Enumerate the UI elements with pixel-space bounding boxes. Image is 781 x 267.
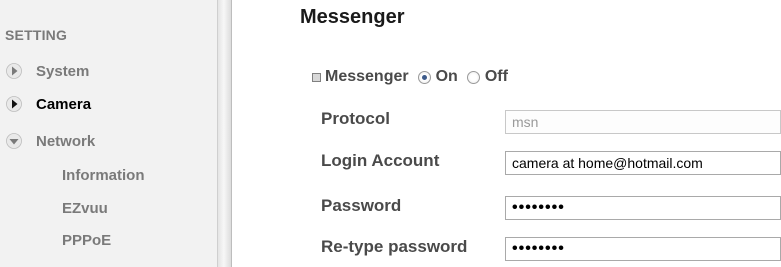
arrow-right-icon (6, 96, 22, 112)
sidebar-subitem-ezvuu[interactable]: EZvuu (62, 200, 108, 217)
page-title: Messenger (300, 6, 405, 28)
protocol-label: Protocol (321, 109, 390, 128)
sidebar-item-label: Network (36, 132, 96, 150)
retype-password-label: Re-type password (321, 237, 468, 256)
sidebar-item-label: Camera (36, 95, 92, 113)
password-field[interactable] (505, 196, 781, 220)
messenger-on-label[interactable]: On (436, 68, 458, 86)
sidebar-title: SETTING (5, 27, 68, 43)
messenger-off-radio[interactable] (466, 70, 480, 84)
sidebar-scrollbar[interactable] (217, 0, 232, 267)
protocol-field[interactable] (505, 110, 781, 134)
password-label: Password (321, 196, 402, 215)
square-bullet-icon (312, 72, 321, 82)
messenger-toggle-row: Messenger On Off (312, 66, 508, 88)
messenger-on-radio[interactable] (417, 70, 431, 84)
sidebar: SETTING System Camera Network Informatio… (0, 0, 217, 267)
messenger-label: Messenger (325, 68, 409, 85)
messenger-off-label[interactable]: Off (485, 68, 508, 86)
login-account-field[interactable] (505, 151, 781, 175)
login-account-label: Login Account (321, 151, 440, 170)
retype-password-field[interactable] (505, 237, 781, 261)
sidebar-item-system[interactable]: System (6, 60, 89, 82)
sidebar-item-label: System (36, 62, 90, 80)
sidebar-subitem-information[interactable]: Information (62, 167, 145, 184)
sidebar-item-network[interactable]: Network (6, 130, 95, 152)
sidebar-subitem-pppoe[interactable]: PPPoE (62, 232, 111, 249)
sidebar-item-camera[interactable]: Camera (6, 93, 91, 115)
arrow-down-icon (6, 133, 22, 149)
arrow-right-icon (6, 63, 22, 79)
